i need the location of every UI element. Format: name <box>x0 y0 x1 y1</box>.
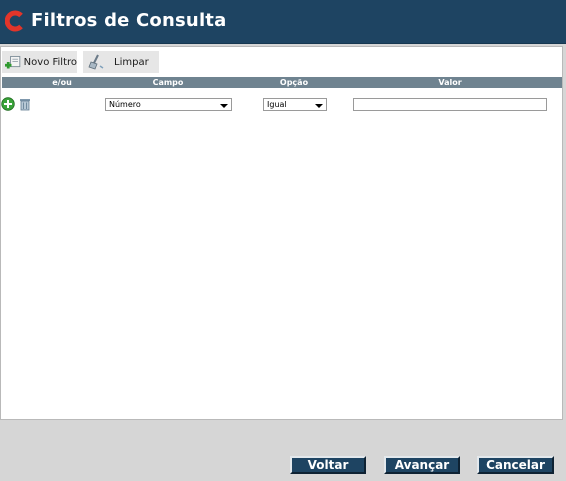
column-header-campo: Campo <box>152 78 184 87</box>
plus-circle-icon[interactable] <box>1 97 15 111</box>
column-header-valor: Valor <box>438 78 462 87</box>
new-filter-button[interactable]: Novo Filtro <box>2 51 77 73</box>
trash-icon[interactable] <box>17 97 33 111</box>
window-header: Filtros de Consulta <box>0 0 566 44</box>
column-header-opcao: Opção <box>279 78 309 87</box>
opcao-select-value: Igual <box>267 100 287 109</box>
valor-input[interactable] <box>353 98 547 111</box>
clear-label: Limpar <box>114 56 149 68</box>
filter-panel: Novo Filtro Limpar e/ou Campo Opção Valo… <box>0 46 563 420</box>
campo-select[interactable]: Número <box>105 98 232 111</box>
column-header-e-ou: e/ou <box>52 78 72 87</box>
toolbar: Novo Filtro Limpar <box>2 51 562 73</box>
clear-button[interactable]: Limpar <box>83 51 159 73</box>
cancel-button[interactable]: Cancelar <box>477 456 554 474</box>
broom-icon <box>88 54 104 70</box>
page-title: Filtros de Consulta <box>31 10 227 31</box>
chevron-down-icon <box>220 104 228 108</box>
back-button[interactable]: Voltar <box>290 456 366 474</box>
c-logo-icon <box>5 10 23 32</box>
grid-header: e/ou Campo Opção Valor <box>2 77 562 88</box>
campo-select-value: Número <box>109 100 141 109</box>
add-filter-icon <box>5 55 21 69</box>
opcao-select[interactable]: Igual <box>263 98 327 111</box>
chevron-down-icon <box>315 104 323 108</box>
next-button[interactable]: Avançar <box>384 456 460 474</box>
new-filter-label: Novo Filtro <box>23 56 77 68</box>
